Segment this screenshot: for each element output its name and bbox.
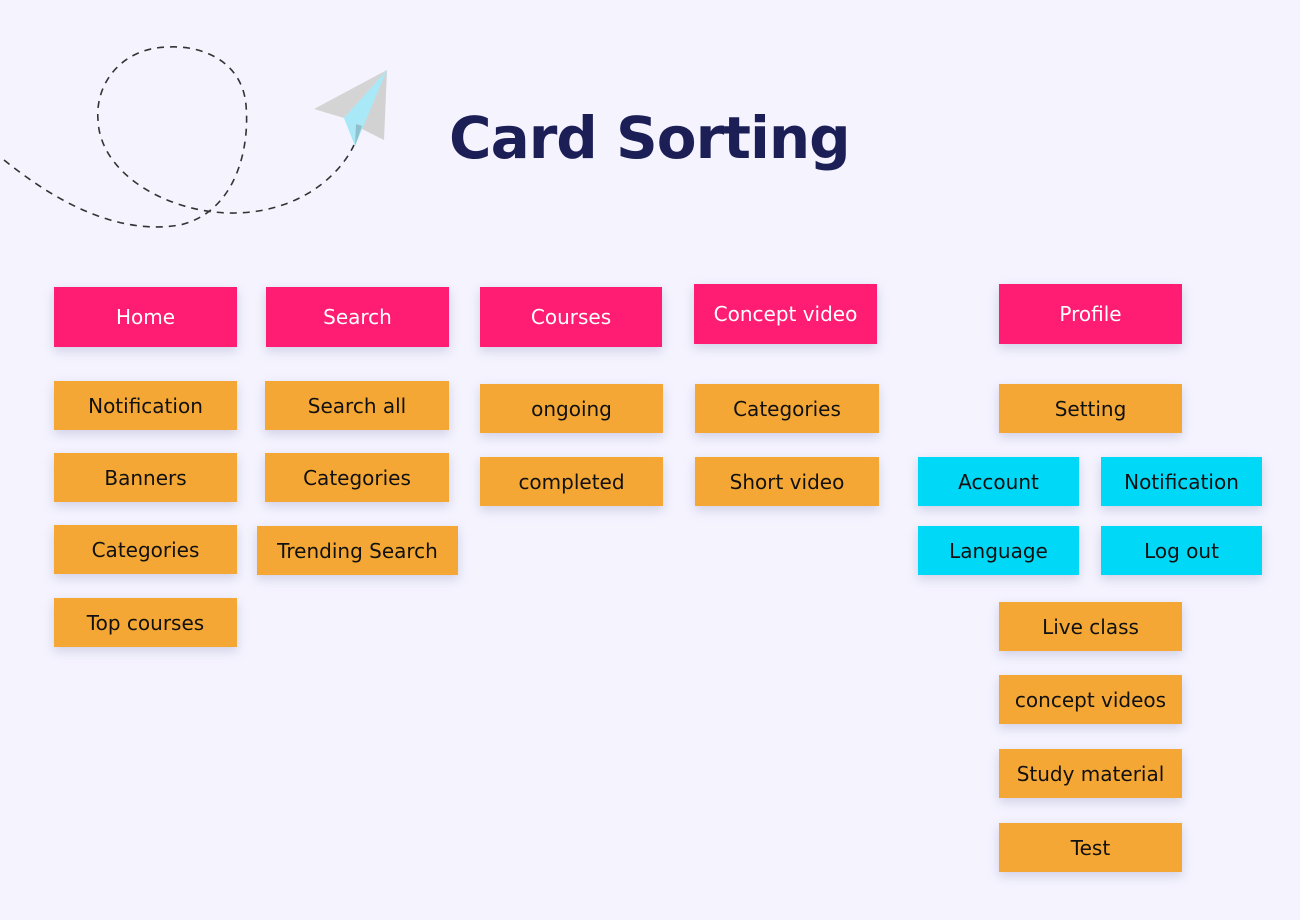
page-title: Card Sorting bbox=[449, 104, 851, 172]
item-card[interactable]: concept videos bbox=[999, 675, 1182, 724]
item-card[interactable]: Categories bbox=[265, 453, 449, 502]
item-card[interactable]: Notification bbox=[54, 381, 237, 430]
item-card[interactable]: Trending Search bbox=[257, 526, 458, 575]
item-card[interactable]: Study material bbox=[999, 749, 1182, 798]
item-card[interactable]: Banners bbox=[54, 453, 237, 502]
flight-path-decoration bbox=[3, 46, 387, 228]
item-card[interactable]: Short video bbox=[695, 457, 879, 506]
item-card-setting[interactable]: Setting bbox=[999, 384, 1182, 433]
item-card[interactable]: ongoing bbox=[480, 384, 663, 433]
category-card-profile[interactable]: Profile bbox=[999, 284, 1182, 344]
item-card[interactable]: Search all bbox=[265, 381, 449, 430]
item-card[interactable]: completed bbox=[480, 457, 663, 506]
category-card-concept-video[interactable]: Concept video bbox=[694, 284, 877, 344]
item-card[interactable]: Top courses bbox=[54, 598, 237, 647]
category-card-search[interactable]: Search bbox=[266, 287, 449, 347]
item-card[interactable]: Live class bbox=[999, 602, 1182, 651]
dashed-flight-path bbox=[3, 46, 355, 228]
sub-item-card[interactable]: Log out bbox=[1101, 526, 1262, 575]
item-card[interactable]: Categories bbox=[54, 525, 237, 574]
sub-item-card[interactable]: Account bbox=[918, 457, 1079, 506]
paper-plane-icon bbox=[314, 70, 387, 146]
item-card[interactable]: Test bbox=[999, 823, 1182, 872]
sub-item-card[interactable]: Notification bbox=[1101, 457, 1262, 506]
item-card[interactable]: Categories bbox=[695, 384, 879, 433]
sub-item-card[interactable]: Language bbox=[918, 526, 1079, 575]
category-card-courses[interactable]: Courses bbox=[480, 287, 662, 347]
category-card-home[interactable]: Home bbox=[54, 287, 237, 347]
